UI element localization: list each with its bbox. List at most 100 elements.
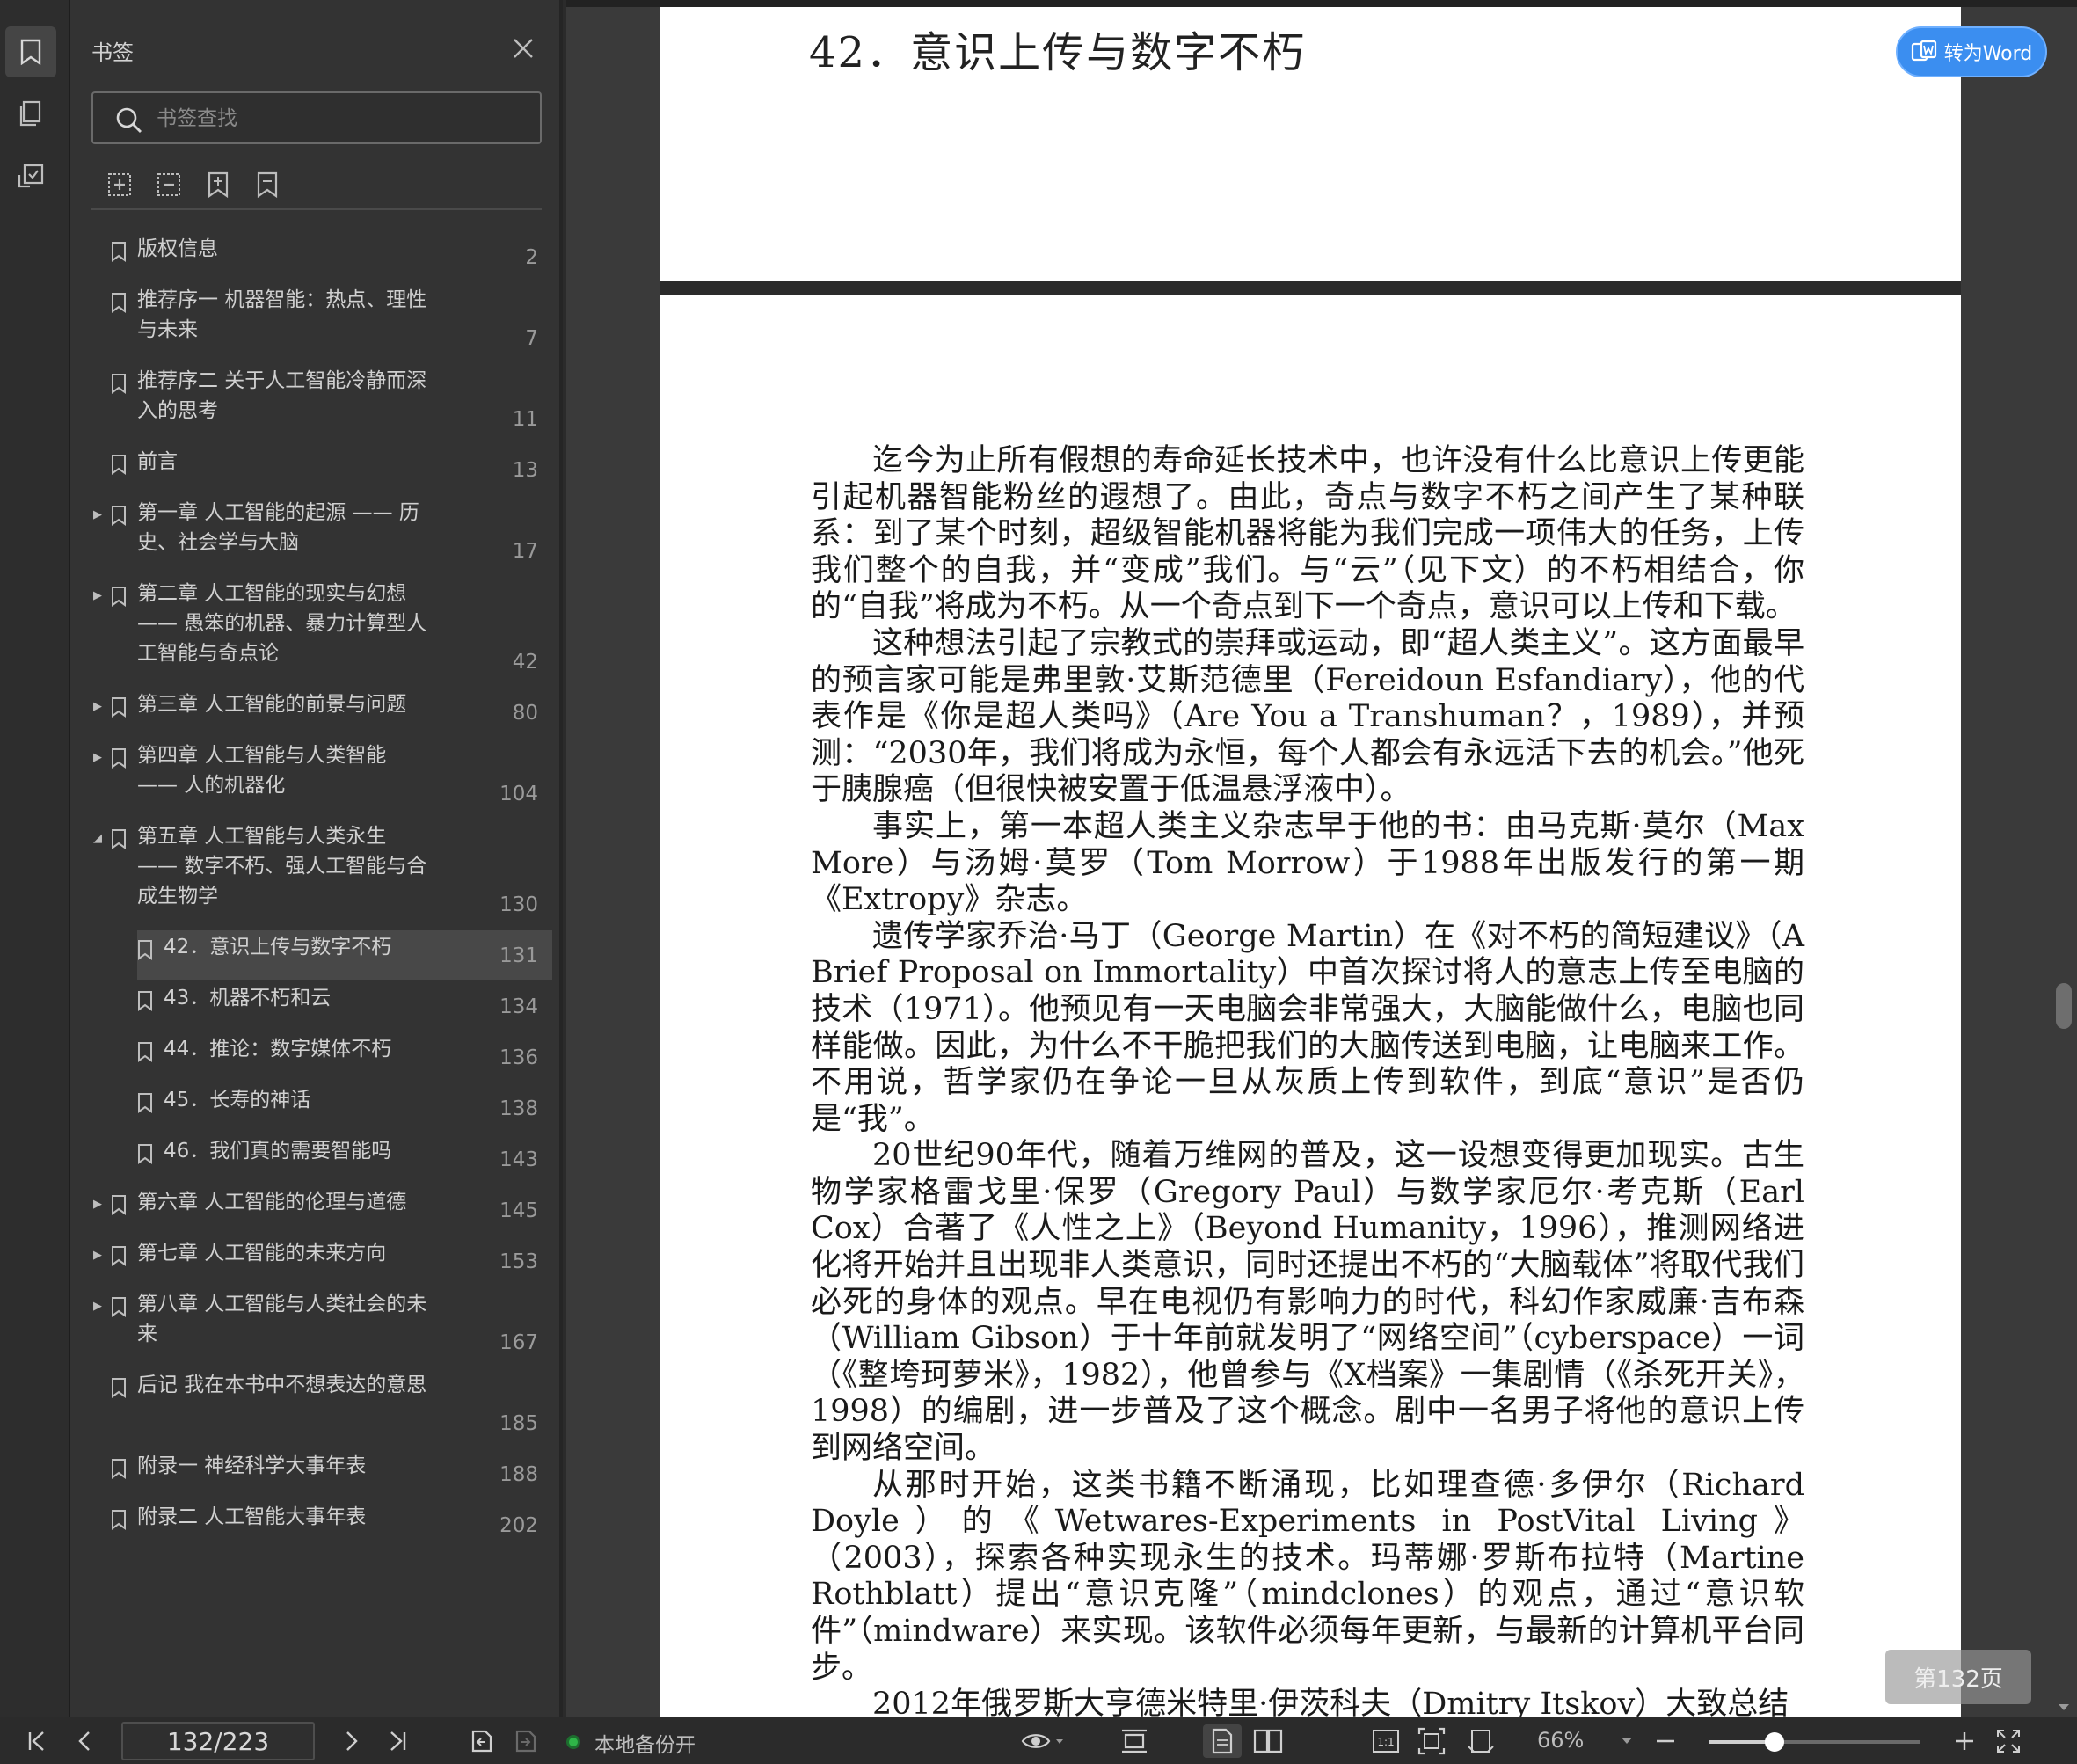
collapsed-arrow-icon[interactable]: ▶ [93,508,111,521]
section-heading: 42．意识上传与数字不朽 [809,28,1307,77]
convert-to-word-button[interactable]: 转为Word [1896,26,2047,77]
bookmark-item[interactable]: 附录一 神经科学大事年表 188 [70,1453,559,1491]
fit-page-button[interactable] [1412,1724,1451,1758]
bookmark-item[interactable]: ▶ 第四章 人工智能与人类智能 —— 人的机器化 104 [70,742,559,811]
next-page-button[interactable] [334,1724,369,1758]
bookmark-tab-button[interactable] [5,26,56,77]
bookmark-item[interactable]: 后记 我在本书中不想表达的意思 185 [70,1372,559,1440]
bookmark-item[interactable]: 推荐序一 机器智能：热点、理性与未来 7 [70,287,559,355]
paragraph: 2012年俄罗斯大亨德米特里·伊茨科夫（Dmitry Itskov）大致总结 [872,1687,1789,1717]
collapsed-arrow-icon[interactable]: ▶ [93,589,111,602]
remove-bookmark-button[interactable] [250,167,285,202]
bookmark-item[interactable]: 附录二 人工智能大事年表 202 [70,1504,559,1542]
go-forward-button[interactable] [508,1724,543,1758]
fullscreen-button[interactable] [1991,1724,2026,1758]
vertical-scrollbar[interactable] [2051,7,2073,1713]
bookmark-page-number: 104 [499,783,538,805]
zoom-dropdown-button[interactable] [1614,1724,1639,1758]
bookmark-ribbon-icon [138,1144,152,1164]
page-number-input[interactable] [121,1722,315,1760]
bookmark-item[interactable]: 43．机器不朽和云 134 [70,985,559,1024]
scroll-down-icon [2059,1704,2069,1710]
collapsed-arrow-icon[interactable]: ▶ [93,1249,111,1262]
collapsed-arrow-icon[interactable]: ▶ [93,751,111,764]
bookmark-ribbon-icon [138,940,152,960]
bookmark-item[interactable]: ▶ 第二章 人工智能的现实与幻想 —— 愚笨的机器、暴力计算型人工智能与奇点论 42 [70,580,559,679]
bookmark-item[interactable]: 推荐序二 关于人工智能冷静而深入的思考 11 [70,368,559,436]
continuous-view-button[interactable] [1115,1724,1154,1758]
svg-text:1:1: 1:1 [1377,1736,1394,1748]
bookmark-page-number: 145 [499,1199,538,1222]
bookmark-item[interactable]: 版权信息 2 [70,236,559,274]
document-page-131: 42．意识上传与数字不朽 [660,7,1961,281]
bookmark-page-number: 134 [499,995,538,1018]
expanded-arrow-icon[interactable]: ◢ [93,832,111,845]
single-page-view-button[interactable] [1203,1724,1242,1758]
annotation-icon [18,164,44,188]
bookmark-ribbon-icon [112,1510,126,1530]
panel-title: 书签 [91,40,134,65]
scrollbar-thumb[interactable] [2056,983,2072,1029]
bookmark-page-number: 11 [512,408,538,431]
bookmark-search-box[interactable] [91,91,542,144]
bookmark-item[interactable]: 前言 13 [70,448,559,487]
bookmark-ribbon-icon [112,1195,126,1215]
bookmark-title: 42．意识上传与数字不朽 [164,936,392,959]
bookmark-page-number: 188 [499,1463,538,1486]
two-page-view-button[interactable] [1249,1724,1287,1758]
bookmark-ribbon-icon [112,1459,126,1479]
zoom-level[interactable]: 66% [1537,1728,1584,1753]
zoom-slider-handle[interactable] [1765,1732,1785,1752]
previous-page-button[interactable] [67,1724,102,1758]
go-forward-icon [515,1730,536,1753]
bookmark-title: 后记 我在本书中不想表达的意思 [137,1374,427,1396]
bookmark-item[interactable]: ▶ 第七章 人工智能的未来方向 153 [70,1240,559,1279]
collapsed-arrow-icon[interactable]: ▶ [93,1300,111,1313]
bookmark-item[interactable]: ▶ 第一章 人工智能的起源 —— 历史、社会学与大脑 17 [70,499,559,568]
zoom-out-button[interactable] [1648,1724,1683,1758]
collapsed-arrow-icon[interactable]: ▶ [93,700,111,713]
last-page-button[interactable] [380,1724,415,1758]
last-page-icon [390,1731,406,1751]
bookmark-search-input[interactable] [157,104,526,134]
zoom-in-button[interactable] [1947,1724,1982,1758]
annotation-tab-button[interactable] [5,151,56,202]
page-number-badge: 第132页 [1885,1650,2031,1704]
collapse-all-button[interactable] [151,167,186,202]
bookmark-item[interactable]: 44．推论：数字媒体不朽 136 [70,1036,559,1075]
fit-width-button[interactable] [1461,1724,1500,1758]
fit-page-icon [1417,1727,1446,1755]
bookmark-item[interactable]: 42．意识上传与数字不朽 131 [70,930,559,980]
bookmark-item[interactable]: 45．长寿的神话 138 [70,1087,559,1126]
expand-all-button[interactable] [102,167,137,202]
collapsed-arrow-icon[interactable]: ▶ [93,1198,111,1211]
page-body-text: 迄今为止所有假想的寿命延长技术中，也许没有什么比意识上传更能引起机器智能粉丝的遐… [811,443,1804,1717]
bookmark-page-number: 7 [525,327,538,350]
remove-bookmark-icon [257,171,278,199]
chevron-left-icon [78,1731,90,1751]
bookmark-item[interactable]: ◢ 第五章 人工智能与人类永生 —— 数字不朽、强人工智能与合成生物学 130 [70,823,559,922]
document-viewport[interactable]: 42．意识上传与数字不朽 迄今为止所有假想的寿命延长技术中，也许没有什么比意识上… [566,0,2077,1717]
bookmark-item[interactable]: 46．我们真的需要智能吗 143 [70,1138,559,1177]
bookmark-page-number: 143 [499,1148,538,1171]
bookmark-page-number: 80 [512,702,538,725]
close-panel-button[interactable] [508,33,538,63]
bookmark-title: 第四章 人工智能与人类智能 —— 人的机器化 [137,744,387,797]
bookmark-ribbon-icon [112,506,126,526]
actual-size-button[interactable]: 1:1 [1366,1724,1405,1758]
bookmark-title: 43．机器不朽和云 [164,987,332,1010]
bookmark-ribbon-icon [112,455,126,475]
first-page-button[interactable] [19,1724,55,1758]
backup-status-label[interactable]: 本地备份开 [594,1728,696,1758]
chevron-right-icon [346,1731,358,1751]
paragraph: 20世纪90年代，随着万维网的普及，这一设想变得更加现实。古生物学家格雷戈里·保… [811,1138,1804,1467]
bookmark-icon [20,39,41,65]
bookmark-item[interactable]: ▶ 第三章 人工智能的前景与问题 80 [70,691,559,730]
add-bookmark-button[interactable] [200,167,236,202]
thumbnail-tab-button[interactable] [5,88,56,139]
paragraph: 事实上，第一本超人类主义杂志早于他的书：由马克斯·莫尔（Max More）与汤姆… [811,808,1804,918]
bookmark-item[interactable]: ▶ 第八章 人工智能与人类社会的未来 167 [70,1291,559,1359]
bookmark-item[interactable]: ▶ 第六章 人工智能的伦理与道德 145 [70,1189,559,1228]
eye-protection-button[interactable] [1017,1724,1069,1758]
go-back-button[interactable] [464,1724,499,1758]
